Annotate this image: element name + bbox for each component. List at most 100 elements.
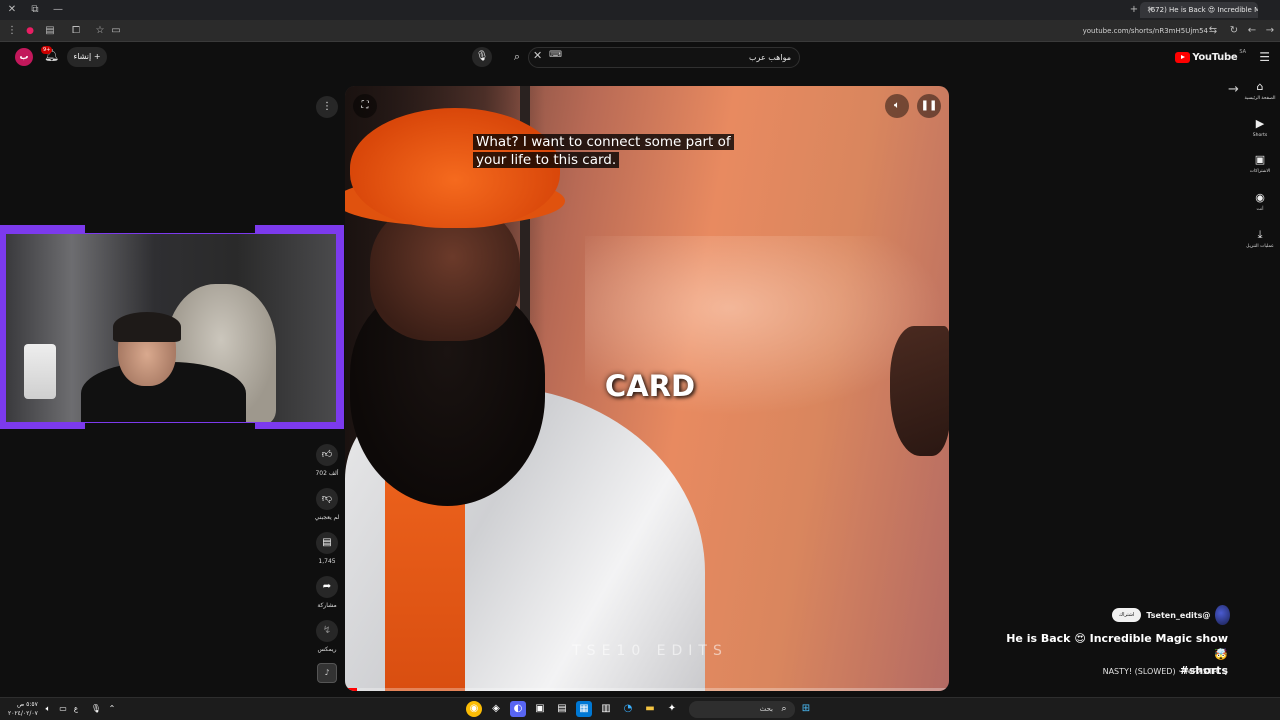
- comment-count: 1,745: [318, 558, 336, 565]
- comments-button[interactable]: ▤ 1,745: [311, 532, 343, 565]
- video-progress-fill: [345, 688, 358, 691]
- extension-icon[interactable]: ▤: [42, 23, 58, 39]
- window-close-icon[interactable]: ✕: [4, 2, 20, 18]
- taskbar-date: ٢٠٢٤/٠٢/٠٧: [8, 710, 38, 717]
- like-count: 702 ألف: [315, 470, 339, 477]
- more-options-icon[interactable]: ⋮: [316, 96, 338, 118]
- tab-close-icon[interactable]: ✕: [1142, 2, 1158, 18]
- guide-item-subscriptions[interactable]: ▣ الاشتراكات: [1242, 153, 1278, 174]
- file-explorer-icon[interactable]: ▬: [642, 701, 658, 717]
- taskbar-clock[interactable]: ٥:٥٧ ص ٢٠٢٤/٠٢/٠٧: [8, 700, 38, 718]
- video-progress-bar[interactable]: [345, 688, 949, 691]
- guide-item-you[interactable]: ◉ أنت: [1242, 191, 1278, 212]
- video-title-line1: He is Back 😍 Incredible Magic show 🤯: [1006, 632, 1228, 661]
- sound-source-icon[interactable]: ♪: [317, 663, 337, 683]
- remix-icon: ↯: [316, 620, 338, 642]
- bookmark-star-icon[interactable]: ☆: [92, 23, 108, 39]
- edge-taskbar-icon[interactable]: ◔: [620, 701, 636, 717]
- fullscreen-icon[interactable]: ⛶: [353, 94, 377, 118]
- channel-name[interactable]: @Tseten_edits: [1146, 611, 1210, 620]
- youtube-header: ب 🔔︎ 9+ إنشاء + 🎙︎ ⌕ مواهب عرب ✕ ⌨ YouTu…: [0, 42, 1280, 72]
- dislike-label: لم يعجبني: [314, 514, 340, 521]
- taskbar-search-icon[interactable]: ⌕: [776, 701, 792, 717]
- clear-search-icon[interactable]: ✕: [533, 49, 542, 62]
- tray-chevron-up-icon[interactable]: ⌃: [104, 701, 120, 717]
- guide-label-subscriptions: الاشتراكات: [1249, 169, 1271, 174]
- speaker-icon[interactable]: 🔈︎: [40, 701, 56, 717]
- keyboard-icon[interactable]: ⌨: [549, 50, 562, 60]
- guide-label-home: الصفحة الرئيسية: [1244, 96, 1276, 101]
- app2-taskbar-icon[interactable]: ▣: [532, 701, 548, 717]
- volume-icon[interactable]: 🔈︎: [885, 94, 909, 118]
- plus-icon: +: [93, 52, 101, 61]
- guide-item-home[interactable]: ⌂ الصفحة الرئيسية: [1242, 80, 1278, 101]
- webcam-candle: [24, 344, 56, 399]
- guide-item-shorts[interactable]: ▶ Shorts: [1242, 117, 1278, 138]
- create-button[interactable]: إنشاء +: [67, 47, 107, 67]
- remix-label: ريمكس: [317, 646, 337, 653]
- next-video-arrow-icon[interactable]: →: [1228, 82, 1239, 97]
- extensions-puzzle-icon[interactable]: ⧠: [68, 23, 84, 39]
- notification-badge: 9+: [41, 46, 53, 54]
- overlay-text: CARD: [604, 369, 696, 403]
- like-button[interactable]: 👍︎ 702 ألف: [311, 444, 343, 477]
- app3-taskbar-icon[interactable]: ▤: [554, 701, 570, 717]
- browser-tab-bar: ✕ ⧉ — + (672) He is Back 😍 Incredible Ma…: [0, 0, 1280, 20]
- youtube-logo[interactable]: YouTube SA: [1175, 49, 1246, 65]
- reload-icon[interactable]: ↻: [1226, 23, 1242, 39]
- cast-icon[interactable]: ▭: [108, 23, 124, 39]
- music-track[interactable]: NASTY! (SLOWED) · IMPXSTR ♫: [1080, 667, 1228, 676]
- search-icon[interactable]: ⌕: [508, 48, 526, 66]
- app4-taskbar-icon[interactable]: ▦: [576, 701, 592, 717]
- hamburger-menu-icon[interactable]: ☰: [1259, 50, 1270, 64]
- comment-icon: ▤: [316, 532, 338, 554]
- webcam-person-hair: [113, 312, 181, 342]
- guide-item-downloads[interactable]: ⤓ عمليات التنزيل: [1242, 228, 1278, 249]
- dislike-button[interactable]: 👎︎ لم يعجبني: [311, 488, 343, 521]
- back-icon[interactable]: ←: [1244, 23, 1260, 39]
- store-taskbar-icon[interactable]: ▥: [598, 701, 614, 717]
- shorts-icon: ▶: [1255, 117, 1265, 130]
- windows-taskbar: ٥:٥٧ ص ٢٠٢٤/٠٢/٠٧ 🔈︎ ▭ ع 🎙︎ ⌃ ◉ ◈ ◐ ▣ ▤ …: [0, 697, 1280, 720]
- webcam-feed: [6, 234, 336, 422]
- share-arrow-icon: ➦: [316, 576, 338, 598]
- subscribe-button[interactable]: اشتراك: [1112, 608, 1142, 622]
- logo-region: SA: [1239, 49, 1246, 55]
- guide-label-you: أنت: [1256, 207, 1264, 212]
- remix-button[interactable]: ↯ ريمكس: [311, 620, 343, 653]
- pause-icon[interactable]: ❚❚: [917, 94, 941, 118]
- site-settings-icon[interactable]: ⇆: [1205, 23, 1221, 39]
- home-icon: ⌂: [1256, 80, 1264, 93]
- subscriptions-icon: ▣: [1254, 153, 1266, 166]
- shorts-video-player[interactable]: What? I want to connect some part of you…: [345, 86, 949, 691]
- window-restore-icon[interactable]: ⧉: [27, 2, 43, 18]
- guide-label-downloads: عمليات التنزيل: [1246, 244, 1274, 249]
- browser-address-bar: ⋮ ● ▤ ⧠ ☆ ▭ youtube.com/shorts/nR3mH5Ujm…: [0, 20, 1280, 42]
- taskbar-time: ٥:٥٧ ص: [16, 701, 38, 708]
- you-icon: ◉: [1255, 191, 1265, 204]
- search-input[interactable]: مواهب عرب: [528, 47, 800, 68]
- discord-taskbar-icon[interactable]: ◐: [510, 701, 526, 717]
- app-taskbar-icon[interactable]: ◈: [488, 701, 504, 717]
- share-button[interactable]: ➦ مشاركة: [311, 576, 343, 609]
- copilot-taskbar-icon[interactable]: ✦: [664, 701, 680, 717]
- chrome-taskbar-icon[interactable]: ◉: [466, 701, 482, 717]
- logo-wordmark: YouTube: [1192, 51, 1238, 63]
- video-watermark: TSE10 EDITS: [572, 643, 728, 659]
- windows-start-icon[interactable]: ⊞: [798, 701, 814, 717]
- language-indicator[interactable]: ع: [68, 701, 84, 717]
- channel-row: @Tseten_edits اشتراك: [1112, 605, 1230, 625]
- browser-menu-icon[interactable]: ⋮: [4, 23, 20, 39]
- avatar[interactable]: ب: [15, 48, 33, 66]
- forward-icon[interactable]: →: [1262, 23, 1278, 39]
- create-label: إنشاء: [73, 52, 92, 61]
- url-text[interactable]: youtube.com/shorts/nR3mH5Ujm54: [1083, 24, 1208, 38]
- guide-label-shorts: Shorts: [1252, 133, 1268, 138]
- channel-avatar[interactable]: [1215, 605, 1230, 625]
- mic-tray-icon[interactable]: 🎙︎: [88, 701, 104, 717]
- thumbs-up-icon: 👍︎: [316, 444, 338, 466]
- download-icon: ⤓: [1257, 228, 1263, 241]
- voice-search-mic-icon[interactable]: 🎙︎: [472, 47, 492, 67]
- profile-icon[interactable]: ●: [22, 23, 38, 39]
- window-minimize-icon[interactable]: —: [50, 2, 66, 18]
